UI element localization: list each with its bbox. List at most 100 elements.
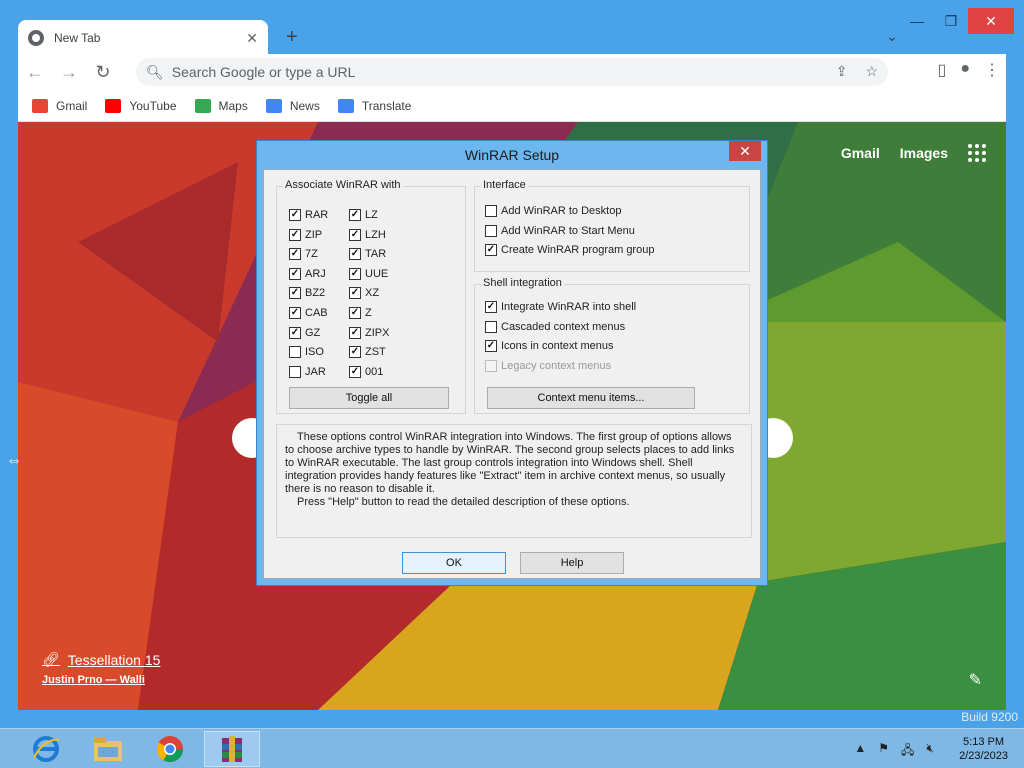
checkbox-unchecked-icon[interactable] [289,346,301,359]
ntp-images-link[interactable]: Images [900,145,948,161]
checkbox-label: LZ [365,209,378,221]
volume-muted-icon[interactable]: 🔇︎ [926,741,934,762]
checkbox-gz[interactable]: ✓ GZ [289,326,320,339]
checkbox-checked-icon[interactable]: ✓ [485,244,497,256]
customize-pencil-icon[interactable]: ✎ [969,670,982,690]
checkbox-uue[interactable]: ✓ UUE [349,267,388,280]
chrome-taskbar-icon[interactable] [142,731,198,767]
shell-option-3: Legacy context menus [485,359,611,372]
bookmark-maps[interactable]: Maps [194,98,248,113]
new-tab-button[interactable]: + [286,26,298,49]
checkbox-rar[interactable]: ✓ RAR [289,209,328,221]
action-center-flag-icon[interactable]: ⚑ [878,741,889,762]
checkbox-unchecked-icon[interactable] [485,205,497,217]
checkbox-checked-icon[interactable]: ✓ [349,267,361,280]
taskbar-clock[interactable]: 5:13 PM 2/23/2023 [959,735,1008,763]
checkbox-tar[interactable]: ✓ TAR [349,248,386,261]
bookmark-translate[interactable]: Translate [337,98,411,113]
checkbox-xz[interactable]: ✓ XZ [349,287,380,300]
checkbox-checked-icon[interactable]: ✓ [349,326,361,339]
apps-grid-icon[interactable] [968,144,986,162]
reload-icon[interactable]: ↻ [86,62,120,83]
checkbox-checked-icon[interactable]: ✓ [289,267,301,280]
checkbox-zst[interactable]: ✓ ZST [349,346,386,359]
show-hidden-icons-chevron-icon[interactable]: ▲ [854,741,866,762]
checkbox-zipx[interactable]: ✓ ZIPX [349,326,389,339]
checkbox-zip[interactable]: ✓ ZIP [289,228,322,241]
checkbox-checked-icon[interactable]: ✓ [349,287,361,300]
checkbox-001[interactable]: ✓ 001 [349,365,383,378]
checkbox-arj[interactable]: ✓ ARJ [289,267,326,280]
checkbox-checked-icon[interactable]: ✓ [349,228,361,241]
checkbox-checked-icon[interactable]: ✓ [289,209,301,221]
back-icon[interactable]: ← [18,62,52,83]
checkbox-checked-icon[interactable]: ✓ [349,209,361,221]
checkbox-jar[interactable]: JAR [289,365,326,378]
checkbox-bz2[interactable]: ✓ BZ2 [289,287,325,300]
checkbox-checked-icon[interactable]: ✓ [349,365,361,378]
omnibox-placeholder[interactable]: Search Google or type a URL [172,64,356,80]
ok-button[interactable]: OK [402,552,506,574]
checkbox-unchecked-icon[interactable] [485,320,497,333]
checkbox-checked-icon[interactable]: ✓ [289,307,301,319]
dialog-title: WinRAR Setup [464,147,560,163]
checkbox-z[interactable]: ✓ Z [349,307,372,319]
tab-close-icon[interactable]: ✕ [246,30,258,47]
dialog-close-button[interactable]: ✕ [729,141,761,161]
interface-option-0[interactable]: Add WinRAR to Desktop [485,205,621,217]
attribution-title-link[interactable]: 🔗︎ Tessellation 15 [42,651,160,668]
network-icon[interactable]: 🖧︎ [901,741,914,762]
description-help-note: Press "Help" button to read the detailed… [297,496,630,508]
checkbox-checked-icon[interactable]: ✓ [349,248,361,261]
internet-explorer-icon[interactable] [18,731,74,767]
toggle-all-button[interactable]: Toggle all [289,387,449,409]
tab-new-tab[interactable]: New Tab ✕ [18,20,268,56]
winrar-taskbar-icon[interactable] [204,731,260,767]
menu-kebab-icon[interactable]: ⋮ [984,60,1000,80]
checkbox-cab[interactable]: ✓ CAB [289,307,328,319]
interface-group-title: Interface [481,179,528,191]
checkbox-checked-icon[interactable]: ✓ [289,287,301,300]
checkbox-label: XZ [365,287,380,300]
shell-option-1[interactable]: Cascaded context menus [485,320,625,333]
share-icon[interactable]: ⇪ [836,63,848,80]
checkbox-unchecked-icon[interactable] [289,365,301,378]
translate-icon [337,98,354,113]
bookmark-youtube[interactable]: YouTube [105,98,177,113]
file-explorer-icon[interactable] [80,731,136,767]
bookmark-news[interactable]: News [265,98,320,113]
checkbox-checked-icon[interactable]: ✓ [289,228,301,241]
forward-icon[interactable]: → [52,62,86,83]
checkbox-label: JAR [305,365,326,378]
attribution-author-link[interactable]: Justin Prno — Walli [42,674,160,686]
interface-option-1[interactable]: Add WinRAR to Start Menu [485,224,635,237]
tab-search-chevron-icon[interactable]: ⌄ [886,28,898,45]
interface-option-2[interactable]: ✓ Create WinRAR program group [485,244,654,256]
checkbox-checked-icon[interactable]: ✓ [485,301,497,313]
omnibox[interactable]: 🔍︎ Search Google or type a URL ⇪ ☆ [136,58,888,86]
checkbox-checked-icon[interactable]: ✓ [289,248,301,261]
ntp-gmail-link[interactable]: Gmail [841,145,880,161]
context-menu-items-button[interactable]: Context menu items... [487,387,695,409]
profile-avatar-icon[interactable]: ● [960,60,970,80]
help-button[interactable]: Help [520,552,624,574]
bookmark-star-icon[interactable]: ☆ [865,63,878,80]
checkbox-checked-icon[interactable]: ✓ [485,340,497,352]
gmail-icon [32,98,48,113]
checkbox-label: 7Z [305,248,318,261]
checkbox-unchecked-icon[interactable] [485,224,497,237]
checkbox-checked-icon[interactable]: ✓ [289,326,301,339]
side-panel-icon[interactable]: ▯ [938,60,947,80]
resize-cursor-icon: ⇔ [6,452,22,469]
checkbox-lz[interactable]: ✓ LZ [349,209,378,221]
checkbox-checked-icon[interactable]: ✓ [349,346,361,359]
shell-option-2[interactable]: ✓ Icons in context menus [485,340,614,352]
checkbox-label: ISO [305,346,324,359]
shell-option-0[interactable]: ✓ Integrate WinRAR into shell [485,301,636,313]
checkbox-iso[interactable]: ISO [289,346,324,359]
checkbox-checked-icon[interactable]: ✓ [349,307,361,319]
checkbox-7z[interactable]: ✓ 7Z [289,248,318,261]
tab-strip: New Tab ✕ + ⌄ [18,18,998,56]
checkbox-lzh[interactable]: ✓ LZH [349,228,386,241]
bookmark-gmail[interactable]: Gmail [32,98,87,113]
